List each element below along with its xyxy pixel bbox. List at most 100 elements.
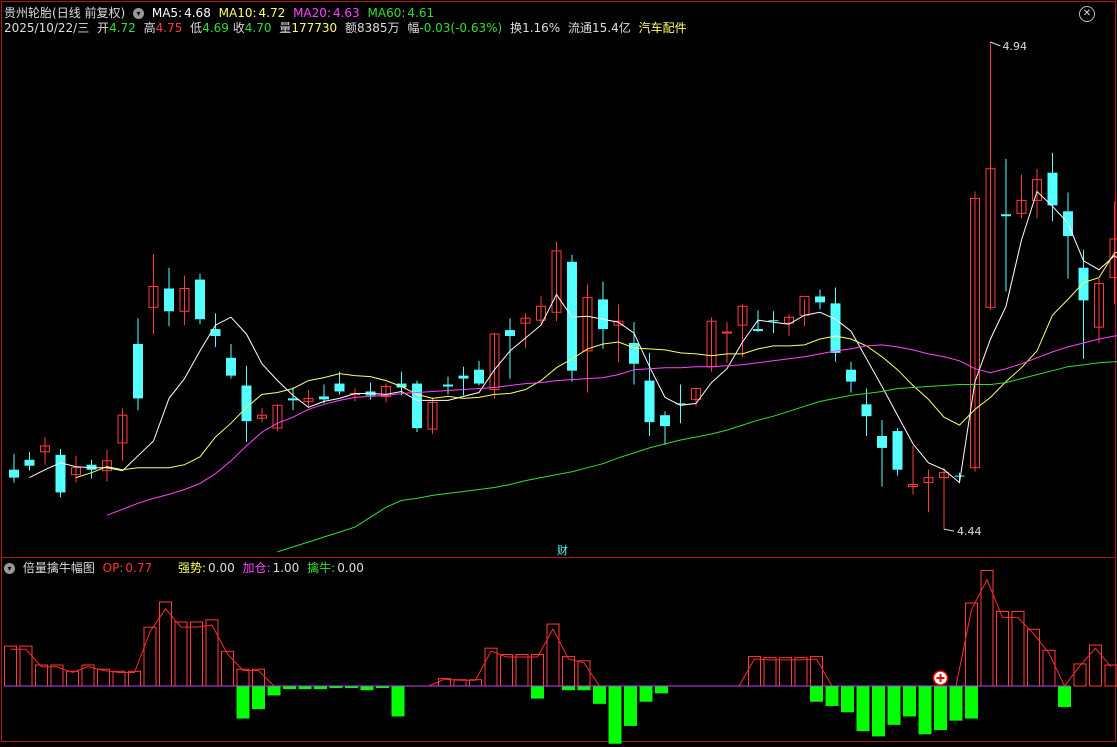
turnover-value: 换1.16% xyxy=(510,21,560,35)
bull-bar xyxy=(841,686,854,712)
high-value: 4.75 xyxy=(156,21,183,35)
sector-link[interactable]: 汽车配件 xyxy=(639,21,687,35)
close-label: 收 xyxy=(233,21,245,35)
chevron-down-icon[interactable]: ▾ xyxy=(4,563,15,574)
bull-bar xyxy=(640,686,653,702)
bull-bar xyxy=(857,686,870,731)
candle-body xyxy=(567,262,577,371)
candle-body xyxy=(955,476,965,477)
candle-body xyxy=(9,470,19,478)
ma-line-ma60 xyxy=(278,362,1117,552)
bull-bar xyxy=(934,686,947,730)
amount-label: 额 xyxy=(345,21,357,35)
op-bar xyxy=(563,657,575,686)
bull-bar xyxy=(237,686,250,719)
candle-body xyxy=(645,381,655,423)
op-bar xyxy=(5,646,17,686)
chevron-down-icon[interactable]: ▾ xyxy=(133,8,144,19)
op-bar xyxy=(780,658,792,686)
bull-bar xyxy=(950,686,963,721)
stock-name[interactable]: 贵州轮胎 xyxy=(4,6,52,20)
candle-body xyxy=(815,296,825,302)
candle-body xyxy=(56,455,66,493)
bull-bar xyxy=(624,686,637,726)
candle-body xyxy=(242,386,252,422)
volume-label: 量 xyxy=(279,21,291,35)
indicator-name[interactable]: 倍量擒牛幅图 xyxy=(23,561,95,575)
bull-bar xyxy=(919,686,932,734)
candle-body xyxy=(226,358,236,376)
op-bar xyxy=(253,669,265,686)
quote-line: 2025/10/22/三 开4.72 高4.75 低4.69 收4.70 量17… xyxy=(4,21,691,35)
stock-chart-window: 4.944.44财 贵州轮胎(日线 前复权) ▾ MA5:4.68 MA10:4… xyxy=(0,0,1117,744)
op-line xyxy=(11,580,1112,686)
bull-bar xyxy=(268,686,281,695)
op-bar xyxy=(532,655,544,687)
op-bar xyxy=(206,620,218,686)
change-label: 幅 xyxy=(407,21,419,35)
op-bar xyxy=(764,658,776,686)
op-bar xyxy=(36,665,48,686)
candle-body xyxy=(846,370,856,382)
bull-bar xyxy=(655,686,668,693)
bull-bar xyxy=(392,686,405,716)
indicator-header: ▾ 倍量擒牛幅图 OP:0.77 强势:0.00 加仓:1.00 擒牛:0.00 xyxy=(4,561,368,575)
ma-line-ma20 xyxy=(107,334,1117,515)
bull-bar xyxy=(965,686,978,719)
bull-bar xyxy=(562,686,575,690)
candle-body xyxy=(195,280,205,320)
op-bar xyxy=(966,603,978,686)
amount-value: 8385万 xyxy=(357,21,400,35)
low-marker-arrow xyxy=(944,529,954,531)
op-bar xyxy=(144,627,156,686)
chart-canvas[interactable]: 4.944.44财 xyxy=(0,0,1117,744)
op-bar xyxy=(795,658,807,686)
chart-mode: (日线 前复权) xyxy=(52,6,125,20)
strong-label: 强势: xyxy=(178,561,206,575)
candle-body xyxy=(459,376,469,379)
bull-bar xyxy=(872,686,885,736)
candle-body xyxy=(474,370,484,384)
op-bar xyxy=(222,651,234,686)
bull-bar xyxy=(578,686,591,690)
ma10-value: 4.72 xyxy=(259,6,286,20)
bull-value: 0.00 xyxy=(337,561,364,575)
bull-bar xyxy=(531,686,544,699)
op-bar xyxy=(67,671,79,686)
candle-body xyxy=(505,330,515,336)
low-label: 低 xyxy=(190,21,202,35)
add-label: 加仓: xyxy=(243,561,271,575)
op-bar xyxy=(129,671,141,686)
change-value: -0.03(-0.63%) xyxy=(419,21,502,35)
ma5-label: MA5: xyxy=(152,6,182,20)
op-value: 0.77 xyxy=(125,561,152,575)
candle-body xyxy=(319,396,329,399)
low-value: 4.69 xyxy=(202,21,229,35)
bull-bar xyxy=(593,686,606,704)
op-bar xyxy=(1074,664,1086,686)
bull-label: 擒牛: xyxy=(307,561,335,575)
candle-body xyxy=(133,344,143,398)
op-label: OP: xyxy=(103,561,124,575)
close-value: 4.70 xyxy=(245,21,272,35)
low-marker-label: 4.44 xyxy=(957,525,982,538)
high-marker-arrow xyxy=(991,42,1001,46)
ma20-value: 4.63 xyxy=(333,6,360,20)
op-bar xyxy=(997,611,1009,686)
bull-bar xyxy=(810,686,823,702)
op-bar xyxy=(237,669,249,686)
op-bar xyxy=(811,657,823,686)
bull-bar xyxy=(609,686,622,744)
op-bar xyxy=(1043,650,1055,686)
candle-body xyxy=(443,385,453,387)
float-value: 流通15.4亿 xyxy=(568,21,631,35)
candle-body xyxy=(25,460,35,466)
ma60-value: 4.61 xyxy=(407,6,434,20)
high-marker-label: 4.94 xyxy=(1003,40,1028,53)
op-bar xyxy=(578,661,590,686)
op-bar xyxy=(98,669,110,686)
op-bar xyxy=(113,671,125,686)
close-icon[interactable]: ✕ xyxy=(1079,6,1095,22)
volume-value: 177730 xyxy=(291,21,337,35)
op-bar xyxy=(749,657,761,686)
